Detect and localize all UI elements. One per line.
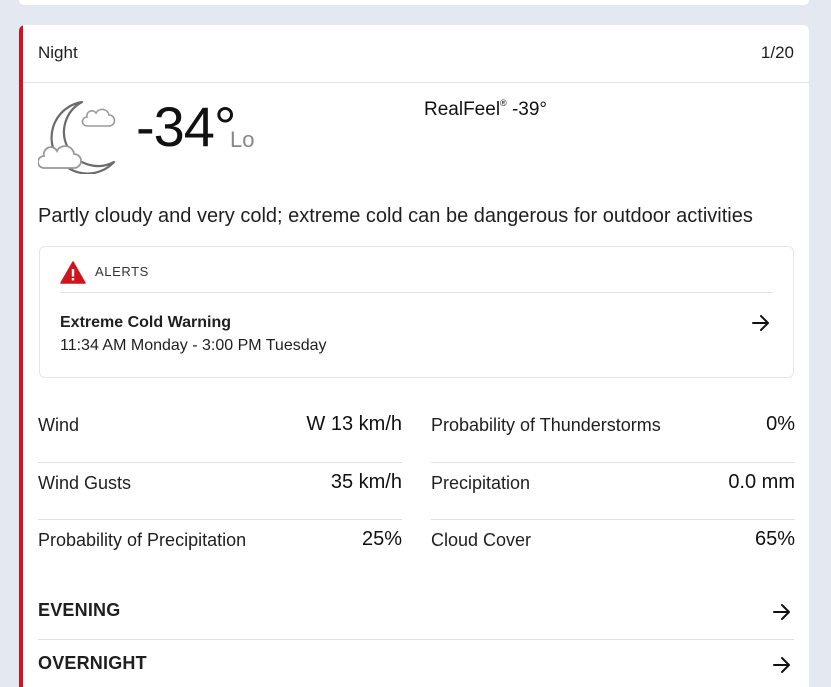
details-right-column: Probability of Thunderstorms 0% Precipit… xyxy=(431,405,795,578)
detail-label: Wind Gusts xyxy=(38,472,132,493)
registered-mark: ® xyxy=(500,98,507,108)
alert-box[interactable]: ALERTS Extreme Cold Warning 11:34 AM Mon… xyxy=(39,246,794,378)
detail-row-precip-probability: Probability of Precipitation 25% xyxy=(38,520,402,578)
arrow-right-icon[interactable] xyxy=(772,603,792,621)
detail-label: Precipitation xyxy=(431,472,531,493)
warning-triangle-icon xyxy=(60,261,86,284)
detail-row-wind: Wind W 13 km/h xyxy=(38,405,402,463)
alert-header: ALERTS xyxy=(60,261,773,293)
detail-label: Probability of Thunderstorms xyxy=(431,415,661,435)
realfeel-value: -39° xyxy=(511,99,548,120)
detail-value: 25% xyxy=(361,528,402,550)
detail-label: Wind xyxy=(38,415,80,435)
detail-value: 0.0 mm xyxy=(728,470,795,493)
detail-value: W 13 km/h xyxy=(306,413,402,435)
details-left-column: Wind W 13 km/h Wind Gusts 35 km/h Probab… xyxy=(38,405,402,578)
period-date: 1/20 xyxy=(760,43,794,62)
arrow-right-icon[interactable] xyxy=(772,656,792,674)
card-header: Night 1/20 xyxy=(23,25,809,83)
evening-label: EVENING xyxy=(38,600,121,620)
alert-time: 11:34 AM Monday - 3:00 PM Tuesday xyxy=(60,337,327,354)
detail-value: 65% xyxy=(754,528,795,550)
realfeel-label: RealFeel xyxy=(424,99,501,120)
partly-cloudy-moon-icon xyxy=(38,100,116,174)
temperature: -34° xyxy=(136,95,236,158)
detail-value: 35 km/h xyxy=(330,470,402,493)
detail-label: Probability of Precipitation xyxy=(38,530,247,550)
forecast-phrase: Partly cloudy and very cold; extreme col… xyxy=(38,205,753,227)
overnight-expander[interactable]: OVERNIGHT xyxy=(38,641,794,687)
period-title: Night xyxy=(38,43,78,62)
realfeel: RealFeel® -39° xyxy=(424,98,547,121)
previous-card-edge xyxy=(19,0,809,5)
evening-expander[interactable]: EVENING xyxy=(38,588,794,640)
night-forecast-card: Night 1/20 -34° Lo RealFeel® -39° Partly… xyxy=(19,25,809,687)
detail-row-precipitation: Precipitation 0.0 mm xyxy=(431,463,795,520)
card-accent-bar xyxy=(19,25,23,687)
alert-title: ALERTS xyxy=(95,264,149,279)
detail-row-cloud-cover: Cloud Cover 65% xyxy=(431,520,795,578)
detail-label: Cloud Cover xyxy=(431,530,532,550)
detail-value: 0% xyxy=(766,413,795,435)
overnight-label: OVERNIGHT xyxy=(38,653,147,673)
detail-row-thunderstorm-probability: Probability of Thunderstorms 0% xyxy=(431,405,795,463)
alert-name[interactable]: Extreme Cold Warning xyxy=(60,314,231,332)
arrow-right-icon[interactable] xyxy=(751,314,771,332)
temperature-qualifier: Lo xyxy=(230,127,255,152)
detail-row-wind-gusts: Wind Gusts 35 km/h xyxy=(38,463,402,520)
